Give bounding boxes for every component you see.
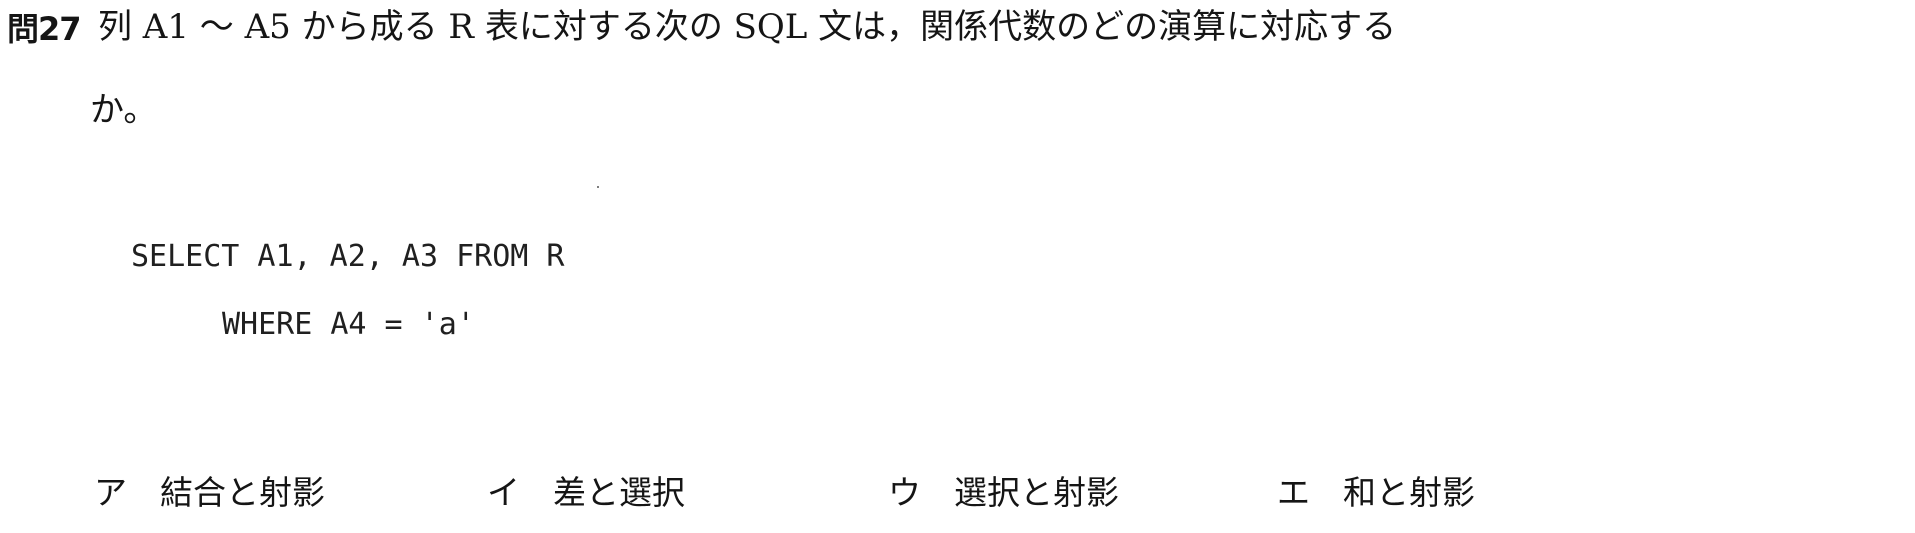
sql-code-line-2: WHERE A4 = 'a' — [222, 307, 475, 342]
choice-text: 結合と射影 — [160, 473, 325, 512]
question-text: 列 A1 ～ A5 から成る R 表に対する次の SQL 文は，関係代数のどの演… — [98, 7, 1397, 47]
question-text-continued: か。 — [90, 90, 158, 130]
choice-text: 和と射影 — [1343, 473, 1475, 512]
scan-speck — [597, 186, 599, 188]
choice-a: ア結合と射影 — [94, 470, 325, 516]
choice-text: 選択と射影 — [954, 473, 1119, 512]
choice-u: ウ選択と射影 — [888, 470, 1119, 516]
choice-text: 差と選択 — [553, 473, 685, 512]
choice-label: ア — [94, 473, 127, 512]
question-number: 問27 — [7, 10, 82, 48]
choice-i: イ差と選択 — [487, 470, 685, 516]
choice-label: ウ — [888, 473, 921, 512]
choice-label: エ — [1277, 473, 1310, 512]
sql-code-line-1: SELECT A1, A2, A3 FROM R — [131, 239, 565, 274]
choice-label: イ — [487, 473, 520, 512]
choice-e: エ和と射影 — [1277, 470, 1475, 516]
